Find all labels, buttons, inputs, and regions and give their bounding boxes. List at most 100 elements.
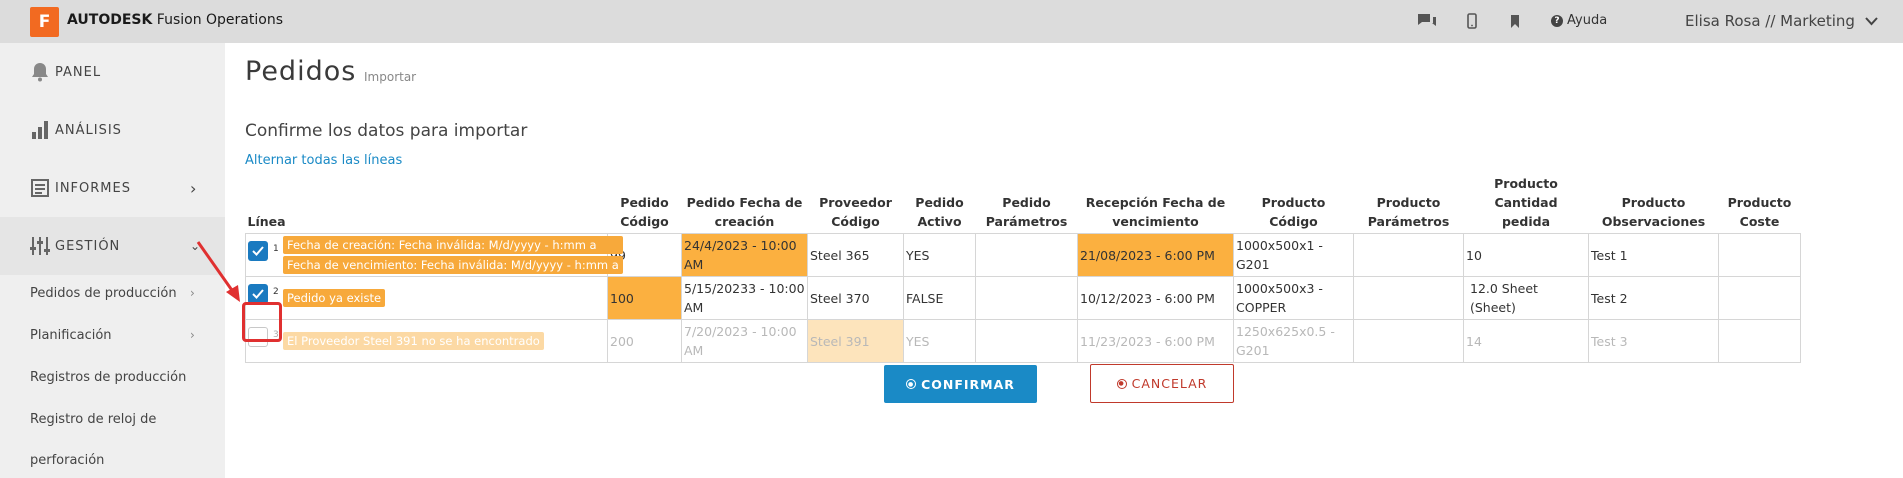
cell-coste bbox=[1718, 319, 1801, 363]
cell-recepcion: 11/23/2023 - 6:00 PM bbox=[1077, 319, 1234, 363]
cell-producto-parametros bbox=[1353, 276, 1464, 320]
cell-cantidad: 12.0 Sheet (Sheet) bbox=[1463, 276, 1589, 320]
cell-coste bbox=[1718, 276, 1801, 320]
th-text: Pedido Fecha de bbox=[686, 195, 803, 210]
help-icon: ? bbox=[1551, 14, 1563, 27]
confirm-label: CONFIRMAR bbox=[921, 376, 1015, 392]
sidebar-item-analisis[interactable]: ANÁLISIS bbox=[0, 101, 225, 159]
help-label: Ayuda bbox=[1567, 13, 1608, 28]
chat-icon[interactable] bbox=[1415, 10, 1439, 32]
chevron-down-icon bbox=[1865, 16, 1878, 25]
chevron-right-icon: › bbox=[190, 328, 195, 342]
th-parametros: Pedido Parámetros bbox=[976, 172, 1078, 234]
sidebar-label-gestion: GESTIÓN bbox=[55, 238, 121, 254]
error-tag: Pedido ya existe bbox=[283, 289, 386, 307]
cell-fecha: 24/4/2023 - 10:00 AM bbox=[681, 233, 808, 277]
cell-codigo: 100 bbox=[607, 276, 682, 320]
cell-proveedor: Steel 365 bbox=[807, 233, 904, 277]
cell-producto-codigo: 1000x500x1 - G201 bbox=[1233, 233, 1354, 277]
cell-activo: YES bbox=[903, 319, 976, 363]
th-text: creación bbox=[714, 214, 775, 229]
th-cantidad: Producto Cantidad pedida bbox=[1464, 172, 1589, 234]
cell-cantidad: 14 bbox=[1463, 319, 1589, 363]
cell-activo: FALSE bbox=[903, 276, 976, 320]
import-table: Línea Pedido Código Pedido Fecha de creaci… bbox=[245, 172, 1801, 363]
cell-coste bbox=[1718, 233, 1801, 277]
user-label: Elisa Rosa // Marketing bbox=[1685, 12, 1855, 30]
page-title: Pedidos bbox=[245, 56, 357, 87]
sidebar-subitem-pedidos[interactable]: Pedidos de producción bbox=[30, 286, 177, 301]
linea-cell: 2 Pedido ya existe bbox=[245, 276, 608, 320]
th-text: Activo bbox=[917, 214, 962, 229]
bell-icon bbox=[30, 61, 50, 83]
table-header-row: Línea Pedido Código Pedido Fecha de creaci… bbox=[246, 172, 1801, 234]
linea-cell: 1 Fecha de creación: Fecha inválida: M/d… bbox=[245, 233, 623, 277]
sidebar-item-informes[interactable]: INFORMES › bbox=[0, 159, 225, 217]
sidebar-subitem-planificacion[interactable]: Planificación bbox=[30, 328, 112, 343]
report-icon bbox=[30, 177, 50, 199]
error-tags: Fecha de creación: Fecha inválida: M/d/y… bbox=[283, 236, 623, 274]
sidebar-item-panel[interactable]: PANEL bbox=[0, 43, 225, 101]
cancel-label: CANCELAR bbox=[1131, 376, 1208, 391]
cell-producto-parametros bbox=[1353, 319, 1464, 363]
error-tag: Fecha de vencimiento: Fecha inválida: M/… bbox=[283, 256, 623, 274]
th-text: Código bbox=[620, 214, 669, 229]
row-checkbox-checked[interactable] bbox=[248, 284, 268, 304]
sidebar-subitem-reloj[interactable]: Registro de reloj de bbox=[30, 412, 156, 427]
th-text: Pedido bbox=[915, 195, 964, 210]
th-linea: Línea bbox=[247, 214, 286, 229]
th-text: Producto bbox=[1621, 195, 1686, 210]
chevron-right-icon: › bbox=[190, 178, 197, 198]
th-text: Pedido bbox=[1002, 195, 1051, 210]
cell-cantidad: 10 bbox=[1463, 233, 1589, 277]
th-observaciones: Producto Observaciones bbox=[1589, 172, 1719, 234]
brand-name: AUTODESK Fusion Operations bbox=[67, 12, 283, 28]
th-text: Producto Código bbox=[1261, 195, 1326, 229]
cell-proveedor: Steel 370 bbox=[807, 276, 904, 320]
cell-producto-parametros bbox=[1353, 233, 1464, 277]
th-proveedor: Proveedor Código bbox=[808, 172, 904, 234]
confirm-button[interactable]: ● CONFIRMAR bbox=[884, 365, 1037, 403]
cell-observaciones: Test 1 bbox=[1588, 233, 1719, 277]
annotation-arrow bbox=[196, 241, 240, 302]
th-text: Observaciones bbox=[1601, 214, 1706, 229]
cell-observaciones: Test 3 bbox=[1588, 319, 1719, 363]
sidebar-label-informes: INFORMES bbox=[55, 180, 131, 196]
check-icon bbox=[252, 246, 264, 256]
app-logo[interactable]: F bbox=[30, 7, 59, 37]
toggle-all-lines-link[interactable]: Alternar todas las líneas bbox=[245, 153, 402, 168]
linea-cell: 3 El Proveedor Steel 391 no se ha encont… bbox=[245, 319, 608, 363]
top-bar: F AUTODESK Fusion Operations ? Ayuda Eli… bbox=[0, 0, 1903, 43]
cell-producto-codigo: 1000x500x3 - COPPER bbox=[1233, 276, 1354, 320]
th-text: vencimiento bbox=[1112, 214, 1199, 229]
cell-producto-codigo: 1250x625x0.5 - G201 bbox=[1233, 319, 1354, 363]
help-link[interactable]: ? Ayuda bbox=[1551, 13, 1607, 28]
th-text: Código bbox=[831, 214, 880, 229]
error-tags: Pedido ya existe bbox=[283, 289, 386, 307]
row-checkbox-checked[interactable] bbox=[248, 241, 268, 261]
th-text: Pedido bbox=[620, 195, 669, 210]
user-menu[interactable]: Elisa Rosa // Marketing bbox=[1685, 12, 1878, 30]
sliders-icon bbox=[30, 235, 50, 257]
cancel-button[interactable]: ● CANCELAR bbox=[1090, 364, 1234, 403]
brand-bold: AUTODESK bbox=[67, 12, 153, 28]
table-row: 2 Pedido ya existe 100 5/15/20233 - 10:0… bbox=[245, 276, 1801, 320]
confirm-heading: Confirme los datos para importar bbox=[245, 121, 528, 141]
th-text: Recepción Fecha de bbox=[1085, 195, 1226, 210]
sidebar-subitem-reloj-cont[interactable]: perforación bbox=[30, 453, 104, 468]
table-row: 1 Fecha de creación: Fecha inválida: M/d… bbox=[245, 233, 1801, 277]
sidebar-label-panel: PANEL bbox=[55, 64, 102, 80]
bookmark-icon[interactable] bbox=[1503, 10, 1527, 32]
th-text: Coste bbox=[1739, 214, 1780, 229]
th-text: Producto bbox=[1727, 195, 1792, 210]
sidebar-subitem-registros[interactable]: Registros de producción bbox=[30, 370, 186, 385]
cell-recepcion: 21/08/2023 - 6:00 PM bbox=[1077, 233, 1234, 277]
cell-recepcion: 10/12/2023 - 6:00 PM bbox=[1077, 276, 1234, 320]
check-icon bbox=[252, 289, 264, 299]
cell-fecha: 7/20/2023 - 10:00 AM bbox=[681, 319, 808, 363]
cell-activo: YES bbox=[903, 233, 976, 277]
mobile-icon[interactable] bbox=[1460, 10, 1484, 32]
th-recepcion: Recepción Fecha de vencimiento bbox=[1078, 172, 1234, 234]
cell-observaciones: Test 2 bbox=[1588, 276, 1719, 320]
confirm-icon: ● bbox=[906, 379, 917, 389]
